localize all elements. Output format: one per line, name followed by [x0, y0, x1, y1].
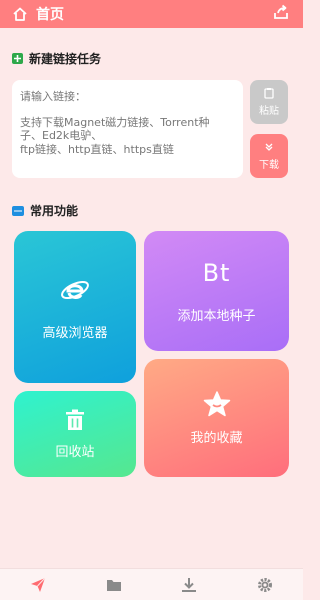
hint-line-1: 支持下载Magnet磁力链接、Torrent种 [20, 115, 210, 129]
home-icon[interactable] [10, 4, 30, 24]
recycle-bin-label: 回收站 [55, 444, 95, 460]
bottom-nav [0, 568, 303, 600]
toolbox-icon [12, 205, 24, 216]
common-title: 常用功能 [30, 204, 79, 218]
common-heading: 常用功能 [12, 202, 78, 219]
new-task-title: 新建链接任务 [29, 52, 102, 66]
favorites-card[interactable]: 我的收藏 [144, 359, 289, 477]
plus-icon [12, 53, 23, 64]
clipboard-icon [264, 88, 274, 99]
settings-icon[interactable] [255, 575, 275, 595]
paste-label: 粘贴 [259, 106, 279, 117]
star-icon [203, 390, 230, 416]
new-task-heading: 新建链接任务 [12, 50, 101, 67]
recycle-bin-card[interactable]: 回收站 [14, 391, 136, 477]
browser-label: 高级浏览器 [42, 325, 108, 341]
link-placeholder: 请输入链接： [20, 90, 86, 103]
browser-e-icon [61, 280, 89, 299]
link-input[interactable]: 请输入链接： 支持下载Magnet磁力链接、Torrent种 子、Ed2k电驴、… [12, 80, 243, 178]
share-icon[interactable] [273, 4, 293, 24]
bt-icon: Bt [202, 258, 231, 287]
download-button[interactable]: 下载 [250, 134, 288, 178]
add-torrent-card[interactable]: Bt 添加本地种子 [144, 231, 289, 351]
download-label: 下载 [259, 160, 279, 171]
paste-button[interactable]: 粘贴 [250, 80, 288, 124]
download-arrow-icon [265, 143, 273, 151]
hint-line-2: 子、Ed2k电驴、 [20, 129, 103, 142]
hint-line-3: ftp链接、http直链、https直链 [20, 142, 174, 156]
folder-icon[interactable] [104, 575, 124, 595]
add-torrent-label: 添加本地种子 [177, 308, 256, 324]
top-bar: 首页 [0, 0, 303, 28]
send-icon[interactable] [28, 575, 48, 595]
trash-icon [66, 409, 84, 430]
page-title: 首页 [36, 7, 64, 23]
download-tab-icon[interactable] [179, 575, 199, 595]
browser-card[interactable]: 高级浏览器 [14, 231, 136, 383]
favorites-label: 我的收藏 [190, 430, 243, 446]
